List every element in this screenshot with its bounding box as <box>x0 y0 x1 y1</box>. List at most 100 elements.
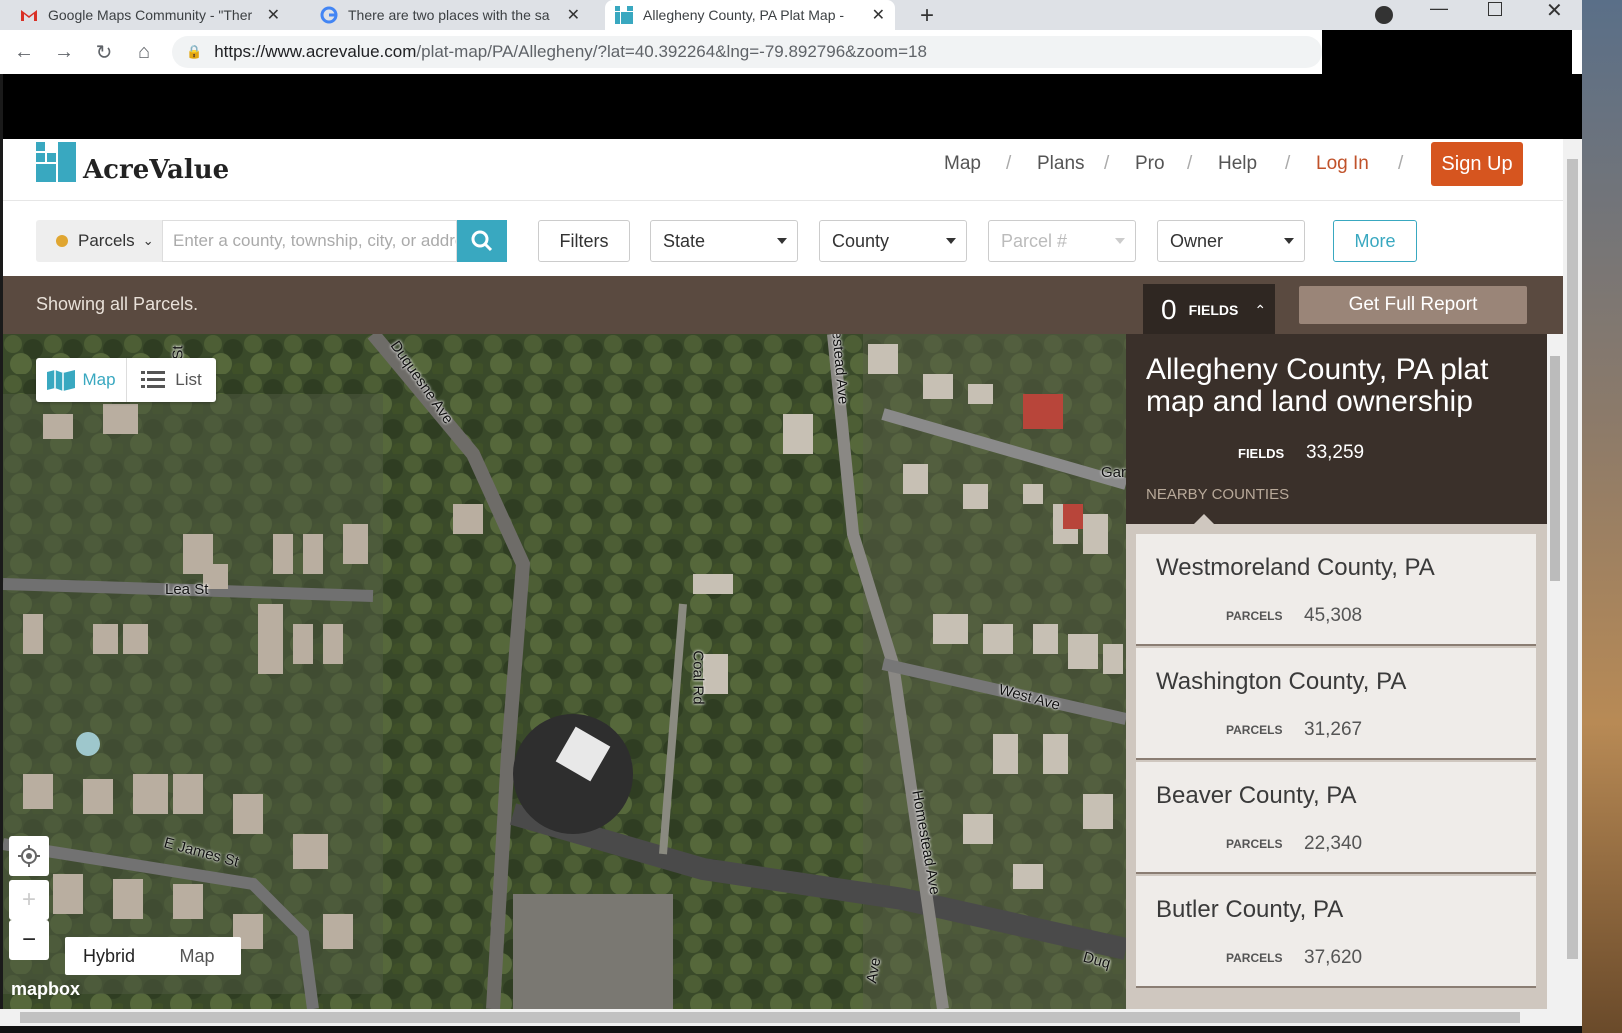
county-card-westmoreland[interactable]: Westmoreland County, PA PARCELS 45,308 <box>1136 534 1536 646</box>
home-icon[interactable]: ⌂ <box>124 41 164 64</box>
new-tab-icon[interactable]: + <box>920 2 934 30</box>
tab-gmail[interactable]: Google Maps Community - "Ther ✕ <box>10 0 290 30</box>
url-field[interactable]: 🔒 https://www.acrevalue.com/plat-map/PA/… <box>172 36 1322 68</box>
site-header: AcreValue Map / Plans / Pro / Help / Log… <box>3 139 1563 201</box>
zoom-out-button[interactable]: − <box>9 920 49 960</box>
caret-down-icon <box>1115 238 1125 244</box>
google-icon <box>320 6 338 24</box>
sidebar-title: Allegheny County, PA plat map and land o… <box>1146 353 1489 418</box>
street-label-lea: Lea St <box>165 581 209 598</box>
logo-text[interactable]: AcreValue <box>83 155 229 185</box>
search-toolbar: Parcels ⌄ Enter a county, township, city… <box>3 202 1563 276</box>
list-icon <box>141 371 166 388</box>
locate-button[interactable] <box>9 836 49 876</box>
sidebar-fields-value: 33,259 <box>1306 442 1365 463</box>
back-icon[interactable]: ← <box>4 41 44 64</box>
parcels-label: PARCELS <box>1226 837 1283 851</box>
state-label: State <box>663 230 706 251</box>
browser-tab-bar: Google Maps Community - "Ther ✕ There ar… <box>0 0 1582 30</box>
crosshair-icon <box>18 845 40 867</box>
nav-plans[interactable]: Plans <box>1037 153 1085 175</box>
parcel-number-dropdown[interactable]: Parcel # <box>988 220 1136 262</box>
signup-button[interactable]: Sign Up <box>1431 142 1523 186</box>
parcel-number-label: Parcel # <box>1001 230 1068 251</box>
maximize-icon[interactable] <box>1488 2 1502 16</box>
map-layer-button[interactable]: Map <box>153 937 241 975</box>
street-label-gar: Gar <box>1101 464 1126 481</box>
mapbox-attribution[interactable]: mapbox <box>11 979 80 1000</box>
satellite-map[interactable]: Duquesne Ave Lea St Coal Rd Homestead Av… <box>3 334 1126 1009</box>
scrollbar-thumb[interactable] <box>1567 159 1578 959</box>
county-card-butler[interactable]: Butler County, PA PARCELS 37,620 <box>1136 876 1536 988</box>
county-name: Westmoreland County, PA <box>1156 554 1435 581</box>
list-view-label: List <box>175 370 202 389</box>
caret-down-icon <box>946 238 956 244</box>
nav-separator: / <box>1398 153 1404 174</box>
nav-separator: / <box>1187 153 1193 174</box>
nav-login[interactable]: Log In <box>1316 153 1369 175</box>
chevron-down-icon: ⌄ <box>142 233 154 248</box>
more-button[interactable]: More <box>1333 220 1417 262</box>
scrollbar-thumb[interactable] <box>1550 356 1560 581</box>
chevron-up-icon: ⌃ <box>1254 301 1267 318</box>
fields-toggle[interactable]: 0 FIELDS ⌃ <box>1143 284 1275 336</box>
get-full-report-button[interactable]: Get Full Report <box>1299 286 1527 324</box>
reload-icon[interactable]: ↻ <box>84 40 124 65</box>
showing-text: Showing all Parcels. <box>36 294 199 314</box>
zoom-in-button[interactable]: + <box>9 880 49 920</box>
map-view-button[interactable]: Map <box>36 358 126 402</box>
satellite-imagery <box>3 334 1126 1009</box>
state-dropdown[interactable]: State <box>650 220 798 262</box>
search-button[interactable] <box>457 220 507 262</box>
scrollbar-thumb[interactable] <box>20 1012 1520 1023</box>
fields-count: 0 <box>1161 294 1177 325</box>
taskbar-edge <box>0 1026 1582 1033</box>
list-view-button[interactable]: List <box>126 358 216 402</box>
acrevalue-logo-icon <box>36 142 76 182</box>
plus-icon: + <box>21 886 36 913</box>
basemap-toggle: Hybrid Map <box>65 937 241 975</box>
parcels-label: PARCELS <box>1226 723 1283 737</box>
filters-button[interactable]: Filters <box>538 220 630 262</box>
redaction-bar <box>1322 30 1572 74</box>
acrevalue-page: AcreValue Map / Plans / Pro / Help / Log… <box>3 139 1563 1009</box>
nav-map[interactable]: Map <box>944 153 981 175</box>
nav-pro[interactable]: Pro <box>1135 153 1165 175</box>
page-horizontal-scrollbar[interactable] <box>0 1009 1582 1026</box>
tab-google-search[interactable]: There are two places with the sa ✕ <box>310 0 590 30</box>
profile-icon[interactable] <box>1375 6 1393 24</box>
county-card-washington[interactable]: Washington County, PA PARCELS 31,267 <box>1136 648 1536 760</box>
map-view-label: Map <box>82 370 116 389</box>
close-tab-icon[interactable]: ✕ <box>267 5 280 25</box>
county-name: Washington County, PA <box>1156 668 1407 695</box>
nav-help[interactable]: Help <box>1218 153 1257 175</box>
close-window-icon[interactable]: ✕ <box>1546 0 1563 23</box>
forward-icon[interactable]: → <box>44 41 84 64</box>
county-name: Beaver County, PA <box>1156 782 1357 809</box>
parcels-label: PARCELS <box>1226 951 1283 965</box>
county-label: County <box>832 230 890 251</box>
sidebar-fields-label: FIELDS <box>1238 446 1285 461</box>
nav-separator: / <box>1006 153 1012 174</box>
parcels-value: 31,267 <box>1304 719 1363 740</box>
tab-acrevalue[interactable]: Allegheny County, PA Plat Map - ✕ <box>605 0 895 30</box>
search-input[interactable]: Enter a county, township, city, or addre… <box>162 220 457 262</box>
layer-dropdown-label: Parcels <box>78 231 135 250</box>
sidebar-scrollbar[interactable] <box>1547 334 1563 1009</box>
hybrid-button[interactable]: Hybrid <box>65 937 153 975</box>
search-icon <box>471 230 493 252</box>
map-icon <box>47 370 76 391</box>
layer-dropdown[interactable]: Parcels ⌄ <box>36 220 162 262</box>
minimize-icon[interactable]: — <box>1430 0 1448 19</box>
close-tab-icon[interactable]: ✕ <box>567 5 580 25</box>
owner-dropdown[interactable]: Owner <box>1157 220 1305 262</box>
url-path: /plat-map/PA/Allegheny/?lat=40.392264&ln… <box>416 42 927 61</box>
page-vertical-scrollbar[interactable] <box>1563 139 1582 1009</box>
parcels-value: 37,620 <box>1304 947 1363 968</box>
county-card-beaver[interactable]: Beaver County, PA PARCELS 22,340 <box>1136 762 1536 874</box>
close-tab-icon[interactable]: ✕ <box>872 5 885 25</box>
owner-label: Owner <box>1170 230 1224 251</box>
county-dropdown[interactable]: County <box>819 220 967 262</box>
street-label-coal: Coal Rd <box>689 650 707 705</box>
url-host: https://www.acrevalue.com <box>214 42 417 61</box>
